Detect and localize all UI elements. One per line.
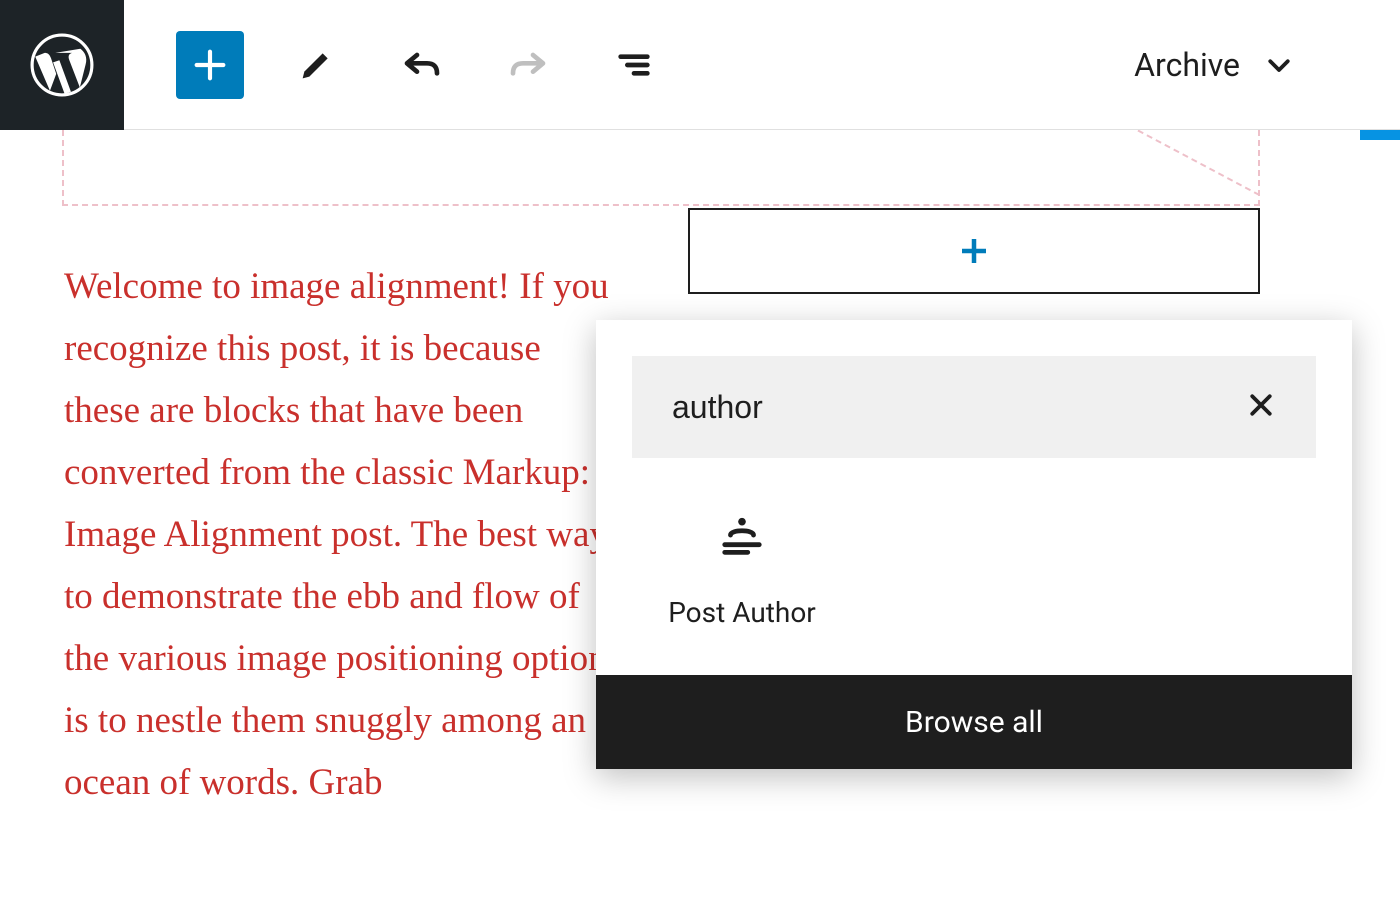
undo-button[interactable]	[388, 31, 456, 99]
post-author-icon	[719, 514, 765, 560]
redo-button[interactable]	[494, 31, 562, 99]
undo-icon	[402, 45, 442, 85]
plus-icon	[190, 45, 230, 85]
post-paragraph[interactable]: Welcome to image alignment! If you recog…	[64, 256, 624, 814]
toolbar-left-tools	[176, 31, 668, 99]
document-title-dropdown[interactable]: Archive	[1134, 0, 1294, 129]
block-appender-button[interactable]	[688, 208, 1260, 294]
list-view-button[interactable]	[600, 31, 668, 99]
inserter-search-box	[632, 356, 1316, 458]
accent-indicator	[1360, 130, 1400, 140]
chevron-down-icon	[1264, 50, 1294, 80]
wordpress-icon	[30, 33, 94, 97]
block-inserter-popover: Post Author Browse all	[596, 320, 1352, 769]
editor-canvas[interactable]: Welcome to image alignment! If you recog…	[0, 130, 1400, 897]
plus-icon	[956, 233, 992, 269]
block-outline-diagonal	[1044, 130, 1258, 206]
pencil-icon	[296, 45, 336, 85]
clear-search-button[interactable]	[1246, 390, 1276, 424]
browse-all-button[interactable]: Browse all	[596, 675, 1352, 769]
block-option-post-author[interactable]: Post Author	[632, 514, 852, 629]
edit-tool-button[interactable]	[282, 31, 350, 99]
selected-block-outline	[62, 130, 1260, 206]
redo-icon	[508, 45, 548, 85]
add-block-toggle-button[interactable]	[176, 31, 244, 99]
list-view-icon	[614, 45, 654, 85]
wordpress-logo[interactable]	[0, 0, 124, 130]
editor-toolbar: Archive	[0, 0, 1400, 130]
document-title: Archive	[1134, 46, 1240, 84]
block-option-label: Post Author	[668, 596, 816, 629]
browse-all-label: Browse all	[905, 705, 1043, 740]
inserter-search-input[interactable]	[672, 389, 1246, 426]
close-icon	[1246, 390, 1276, 420]
inserter-search-row	[596, 320, 1352, 494]
inserter-results: Post Author	[596, 494, 1352, 675]
